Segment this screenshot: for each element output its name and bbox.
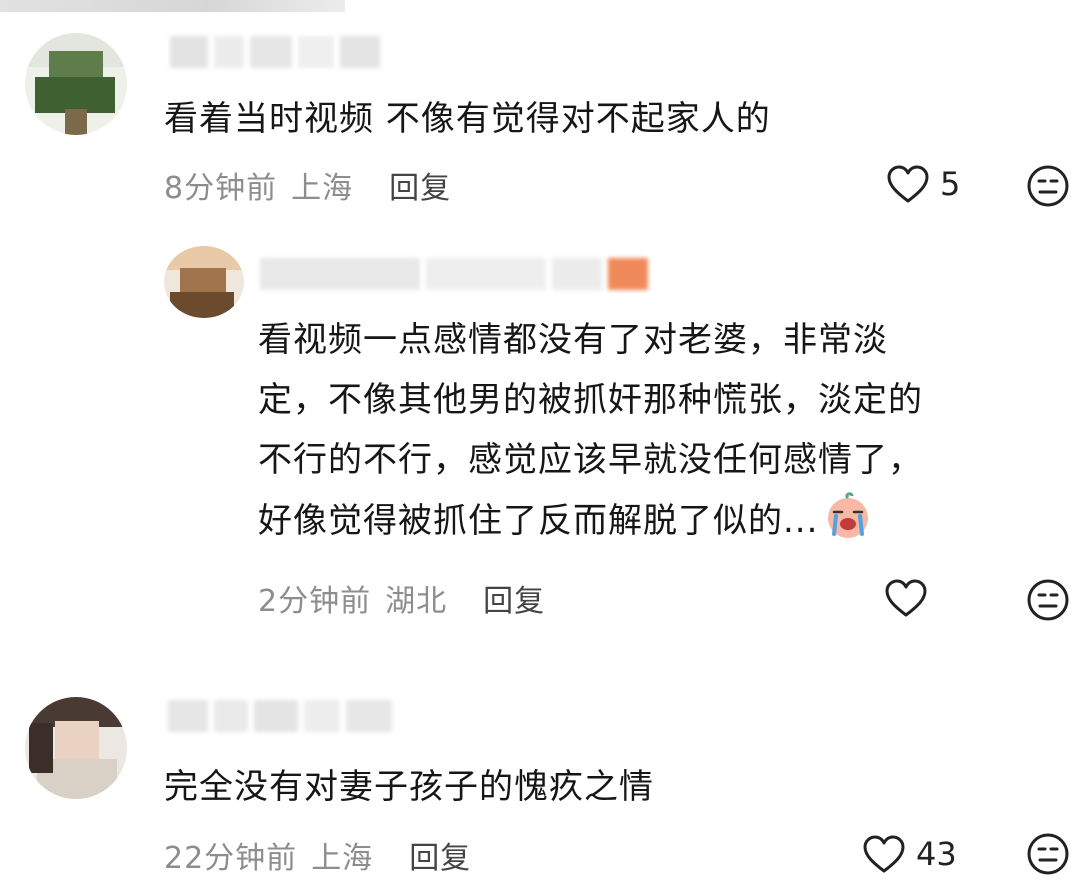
meh-face-icon: [1026, 164, 1070, 208]
comment-text: 完全没有对妻子孩子的愧疚之情: [164, 767, 654, 807]
avatar[interactable]: [25, 697, 127, 799]
comment-meta: 22分钟前 上海 回复: [164, 833, 471, 877]
comment-time: 22分钟前: [164, 841, 298, 876]
avatar[interactable]: [25, 33, 127, 135]
heart-icon: [886, 164, 930, 204]
dislike-button[interactable]: [1026, 164, 1070, 208]
avatar[interactable]: [164, 246, 244, 318]
comment-location: 上海: [311, 841, 374, 876]
comment-list: 看着当时视频 不像有觉得对不起家人的 8分钟前 上海 回复 5 看视频一点感情都…: [0, 0, 1080, 884]
reply-button[interactable]: 回复: [483, 576, 545, 620]
reply-button[interactable]: 回复: [389, 163, 451, 207]
comment-time: 2分钟前: [258, 584, 372, 619]
like-button[interactable]: 5: [886, 164, 960, 204]
blurred-header-strip: [0, 0, 345, 12]
comment-meta: 8分钟前 上海 回复: [164, 163, 451, 207]
like-button[interactable]: 43: [862, 834, 957, 874]
username-blurred[interactable]: [260, 258, 648, 290]
meh-face-icon: [1026, 832, 1070, 876]
like-button[interactable]: [884, 578, 938, 618]
reply-button[interactable]: 回复: [409, 833, 471, 877]
comment-text: 看视频一点感情都没有了对老婆，非常淡 定，不像其他男的被抓奸那种慌张，淡定的 不…: [258, 320, 923, 542]
like-count: 43: [916, 835, 957, 873]
meh-face-icon: [1026, 578, 1070, 622]
heart-icon: [862, 834, 906, 874]
dislike-button[interactable]: [1026, 832, 1070, 876]
comment-meta: 2分钟前 湖北 回复: [258, 576, 545, 620]
crying-face-emoji: [822, 490, 874, 542]
username-blurred[interactable]: [170, 36, 380, 68]
like-count: 5: [940, 165, 961, 203]
dislike-button[interactable]: [1026, 578, 1070, 622]
comment-location: 湖北: [385, 584, 448, 619]
comment-location: 上海: [291, 171, 354, 206]
comment-text: 看着当时视频 不像有觉得对不起家人的: [164, 99, 771, 139]
comment-time: 8分钟前: [164, 171, 278, 206]
heart-icon: [884, 578, 928, 618]
username-blurred[interactable]: [168, 700, 392, 732]
